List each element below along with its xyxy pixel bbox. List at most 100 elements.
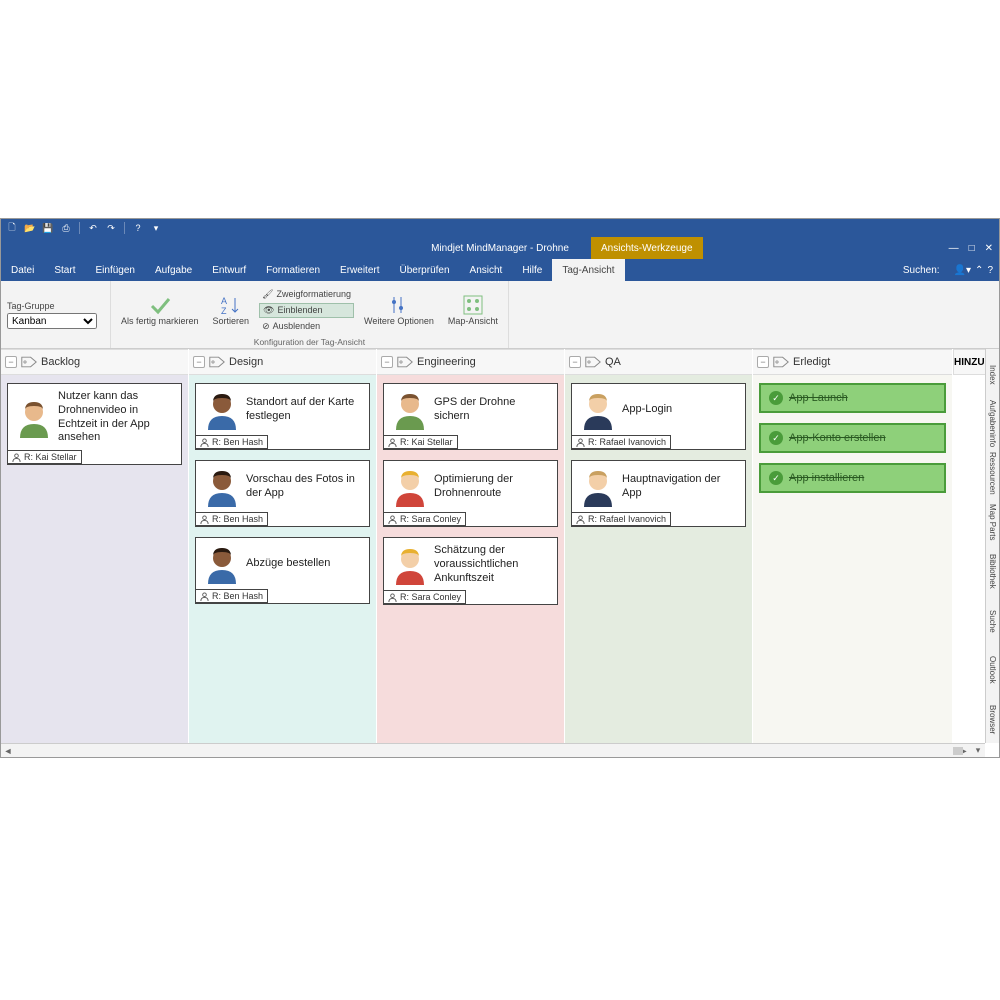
- kanban-card-done[interactable]: ✓App-Konto erstellen: [759, 423, 946, 453]
- ribbon-tabs: Datei Start Einfügen Aufgabe Entwurf For…: [1, 259, 999, 281]
- tab-hilfe[interactable]: Hilfe: [512, 259, 552, 281]
- open-icon[interactable]: 📂: [23, 221, 37, 235]
- scroll-left-icon[interactable]: ◄: [1, 744, 15, 758]
- sidetab-suche[interactable]: Suche: [987, 597, 999, 644]
- tab-ansicht[interactable]: Ansicht: [460, 259, 513, 281]
- app-window: 🗋 📂 💾 ⎙ ↶ ↷ ? ▾ Mindjet MindManager - Dr…: [0, 218, 1000, 758]
- column-body[interactable]: Standort auf der Karte festlegenR: Ben H…: [189, 375, 376, 743]
- column-title: QA: [605, 356, 621, 368]
- sidetab-bibliothek[interactable]: Bibliothek: [987, 548, 999, 595]
- column-header[interactable]: − QA: [565, 349, 752, 375]
- undo-icon[interactable]: ↶: [86, 221, 100, 235]
- kanban-card-done[interactable]: ✓App installieren: [759, 463, 946, 493]
- column-done: −Erledigt ✓App Launch ✓App-Konto erstellen…: [753, 349, 953, 743]
- svg-text:A: A: [221, 296, 227, 306]
- taggroup-select[interactable]: Kanban: [7, 313, 97, 329]
- card-assignee: R: Kai Stellar: [383, 435, 458, 449]
- sort-icon: AZ: [220, 294, 242, 316]
- horizontal-scrollbar[interactable]: ◄ ► ▾: [1, 743, 985, 757]
- column-header[interactable]: −Design: [189, 349, 376, 375]
- collapse-icon[interactable]: −: [757, 356, 769, 368]
- tab-entwurf[interactable]: Entwurf: [202, 259, 256, 281]
- new-doc-icon[interactable]: 🗋: [5, 221, 19, 235]
- column-title: Engineering: [417, 356, 476, 368]
- kanban-card[interactable]: Optimierung der DrohnenrouteR: Sara Conl…: [383, 460, 558, 527]
- card-assignee: R: Rafael Ivanovich: [571, 512, 671, 526]
- sort-button[interactable]: AZ Sortieren: [209, 292, 254, 328]
- avatar-icon: [392, 467, 428, 507]
- map-view-button[interactable]: Map-Ansicht: [444, 292, 502, 328]
- sidetab-outlook[interactable]: Outlook: [987, 647, 999, 694]
- tab-start[interactable]: Start: [44, 259, 85, 281]
- kanban-card-done[interactable]: ✓App Launch: [759, 383, 946, 413]
- sliders-icon: [388, 294, 410, 316]
- tab-aufgabe[interactable]: Aufgabe: [145, 259, 202, 281]
- avatar-icon: [580, 467, 616, 507]
- tab-ueberpruefen[interactable]: Überprüfen: [390, 259, 460, 281]
- ribbon-collapse-icon[interactable]: ⌃: [975, 265, 983, 276]
- column-body[interactable]: Nutzer kann das Drohnenvideo in Echtzeit…: [1, 375, 188, 743]
- column-body[interactable]: GPS der Drohne sichern R: Kai Stellar Opt…: [377, 375, 564, 743]
- window-title: Mindjet MindManager - Drohne: [431, 243, 569, 254]
- sidetab-index[interactable]: Index: [987, 351, 999, 398]
- kanban-card[interactable]: App-LoginR: Rafael Ivanovich: [571, 383, 746, 450]
- print-icon[interactable]: ⎙: [59, 221, 73, 235]
- kanban-card[interactable]: Standort auf der Karte festlegenR: Ben H…: [195, 383, 370, 450]
- sidetab-aufgabeninfo[interactable]: Aufgabeninfo: [987, 400, 999, 447]
- collapse-icon[interactable]: −: [5, 356, 17, 368]
- branch-format-button[interactable]: 🖌Zweigformatierung: [259, 288, 354, 301]
- show-button[interactable]: 👁Einblenden: [259, 303, 354, 318]
- collapse-icon[interactable]: −: [381, 356, 393, 368]
- kanban-card[interactable]: Nutzer kann das Drohnenvideo in Echtzeit…: [7, 383, 182, 465]
- column-body[interactable]: ✓App Launch✓App-Konto erstellen✓App inst…: [753, 375, 952, 743]
- user-icon[interactable]: 👤▾: [954, 265, 971, 276]
- card-assignee: R: Ben Hash: [195, 589, 268, 603]
- scroll-thumb[interactable]: [953, 747, 963, 755]
- column-body[interactable]: App-LoginR: Rafael Ivanovich Hauptnaviga…: [565, 375, 752, 743]
- kanban-card[interactable]: Hauptnavigation der AppR: Rafael Ivanovi…: [571, 460, 746, 527]
- column-header[interactable]: − Engineering: [377, 349, 564, 375]
- redo-icon[interactable]: ↷: [104, 221, 118, 235]
- avatar-icon: [392, 545, 428, 585]
- collapse-icon[interactable]: −: [193, 356, 205, 368]
- collapse-icon[interactable]: −: [569, 356, 581, 368]
- quick-access-toolbar: 🗋 📂 💾 ⎙ ↶ ↷ ? ▾: [1, 219, 999, 237]
- column-header[interactable]: −Erledigt: [753, 349, 952, 375]
- kanban-card[interactable]: GPS der Drohne sichern R: Kai Stellar: [383, 383, 558, 450]
- kanban-card[interactable]: Schätzung der voraussichtlichen Ankunfts…: [383, 537, 558, 605]
- save-icon[interactable]: 💾: [41, 221, 55, 235]
- maximize-icon[interactable]: □: [969, 243, 975, 254]
- card-assignee: R: Kai Stellar: [7, 450, 82, 464]
- tab-tag-ansicht[interactable]: Tag-Ansicht: [552, 259, 624, 281]
- card-title: App installieren: [789, 472, 864, 484]
- kanban-board: − Backlog Nutzer kann das Drohnenvideo in…: [1, 349, 985, 743]
- tab-erweitert[interactable]: Erweitert: [330, 259, 389, 281]
- eye-icon: 👁: [263, 305, 274, 316]
- more-options-button[interactable]: Weitere Optionen: [360, 292, 438, 328]
- close-icon[interactable]: ✕: [985, 243, 993, 254]
- column-header[interactable]: − Backlog: [1, 349, 188, 375]
- sidetab-ressourcen[interactable]: Ressourcen: [987, 450, 999, 497]
- help-icon[interactable]: ?: [987, 265, 993, 276]
- card-title: GPS der Drohne sichern: [434, 396, 549, 424]
- tab-einfuegen[interactable]: Einfügen: [85, 259, 144, 281]
- kanban-card[interactable]: Vorschau des Fotos in der AppR: Ben Hash: [195, 460, 370, 527]
- scroll-options-icon[interactable]: ▾: [971, 744, 985, 758]
- hide-button[interactable]: ⊘Ausblenden: [259, 320, 354, 333]
- column-design: −Design Standort auf der Karte festlegen…: [189, 349, 377, 743]
- card-title: Schätzung der voraussichtlichen Ankunfts…: [434, 544, 549, 585]
- column-qa: − QA App-LoginR: Rafael Ivanovich Hauptna…: [565, 349, 753, 743]
- help-icon[interactable]: ?: [131, 221, 145, 235]
- column-title: Backlog: [41, 356, 80, 368]
- sidetab-map-parts[interactable]: Map Parts: [987, 499, 999, 546]
- sidetab-browser[interactable]: Browser: [987, 696, 999, 743]
- tab-formatieren[interactable]: Formatieren: [256, 259, 330, 281]
- taggroup-label: Tag-Gruppe: [7, 301, 55, 311]
- add-column-button[interactable]: HINZU: [953, 349, 985, 375]
- mark-done-button[interactable]: Als fertig markieren: [117, 292, 203, 328]
- check-circle-icon: ✓: [769, 431, 783, 445]
- kanban-card[interactable]: Abzüge bestellenR: Ben Hash: [195, 537, 370, 604]
- more-icon[interactable]: ▾: [149, 221, 163, 235]
- tab-datei[interactable]: Datei: [1, 259, 44, 281]
- minimize-icon[interactable]: —: [949, 243, 959, 254]
